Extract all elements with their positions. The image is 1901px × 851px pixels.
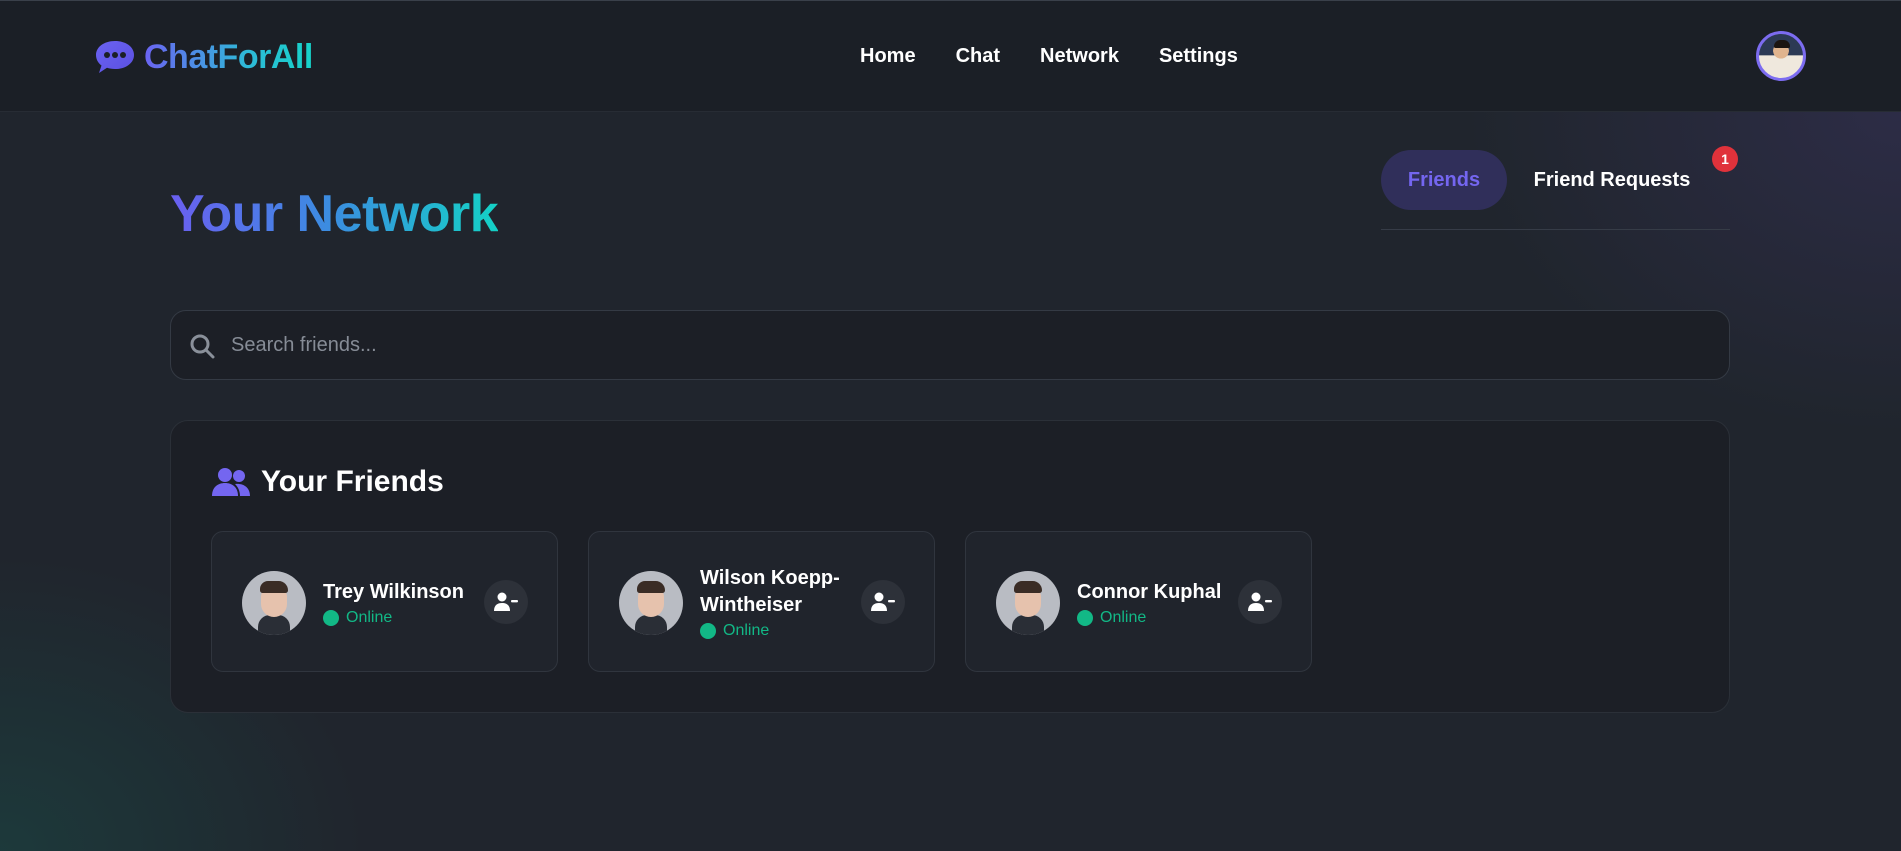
main-nav: Home Chat Network Settings xyxy=(860,45,1238,68)
user-minus-icon xyxy=(494,592,518,611)
search-input[interactable] xyxy=(231,311,1711,379)
friend-card[interactable]: Trey Wilkinson Online xyxy=(211,531,558,672)
user-minus-icon xyxy=(1248,592,1272,611)
nav-home[interactable]: Home xyxy=(860,45,916,68)
remove-friend-button[interactable] xyxy=(1238,580,1282,624)
avatar-shoulders xyxy=(635,615,667,635)
remove-friend-button[interactable] xyxy=(484,580,528,624)
friend-requests-count-badge: 1 xyxy=(1712,146,1738,172)
friend-info: Wilson Koepp-Wintheiser Online xyxy=(700,532,870,673)
search-icon xyxy=(190,334,215,359)
avatar-hair xyxy=(637,581,665,593)
friend-status: Online xyxy=(1077,609,1247,627)
avatar-shoulders xyxy=(258,615,290,635)
network-tabs: Friends Friend Requests 1 xyxy=(1381,146,1738,230)
users-icon xyxy=(212,468,250,496)
friends-panel: Your Friends Trey Wilkinson Online Wilso… xyxy=(170,420,1730,713)
brand-logo[interactable]: ChatForAll xyxy=(94,37,313,77)
nav-settings[interactable]: Settings xyxy=(1159,45,1238,68)
friend-avatar xyxy=(242,571,306,635)
friend-status-text: Online xyxy=(723,622,770,639)
avatar-shoulders xyxy=(1012,615,1044,635)
top-navbar: ChatForAll Home Chat Network Settings xyxy=(0,0,1901,112)
friend-name: Connor Kuphal xyxy=(1077,580,1222,603)
friend-info: Trey Wilkinson Online xyxy=(323,532,493,673)
page-title: Your Network xyxy=(170,185,499,243)
avatar-hair xyxy=(260,581,288,593)
online-dot-icon xyxy=(1077,609,1093,626)
tab-friends[interactable]: Friends xyxy=(1381,150,1507,210)
friend-name: Wilson Koepp-Wintheiser xyxy=(700,567,840,616)
friend-card[interactable]: Connor Kuphal Online xyxy=(965,531,1312,672)
friend-name: Trey Wilkinson xyxy=(323,580,464,603)
tab-friend-requests[interactable]: Friend Requests xyxy=(1527,150,1697,210)
friend-card[interactable]: Wilson Koepp-Wintheiser Online xyxy=(588,531,935,672)
friend-info: Connor Kuphal Online xyxy=(1077,532,1247,673)
friend-status-text: Online xyxy=(346,608,393,626)
user-avatar[interactable] xyxy=(1756,31,1806,81)
avatar-hair xyxy=(1774,40,1790,48)
remove-friend-button[interactable] xyxy=(861,580,905,624)
friend-status-text: Online xyxy=(1100,608,1147,626)
friends-panel-title: Your Friends xyxy=(261,465,444,498)
friend-avatar xyxy=(996,571,1060,635)
chat-bubble-icon xyxy=(96,41,134,73)
nav-chat[interactable]: Chat xyxy=(956,45,1000,68)
friend-status: Online xyxy=(323,609,493,627)
friend-cards: Trey Wilkinson Online Wilson Koepp-Winth… xyxy=(211,531,1312,672)
friend-search-bar xyxy=(170,310,1730,380)
nav-network[interactable]: Network xyxy=(1040,45,1119,68)
friends-panel-header: Your Friends xyxy=(211,465,444,499)
friend-avatar xyxy=(619,571,683,635)
friend-status: Online xyxy=(700,622,870,640)
online-dot-icon xyxy=(700,623,716,639)
online-dot-icon xyxy=(323,609,339,626)
brand-name: ChatForAll xyxy=(144,37,313,76)
user-minus-icon xyxy=(871,592,895,611)
avatar-hair xyxy=(1014,581,1042,593)
